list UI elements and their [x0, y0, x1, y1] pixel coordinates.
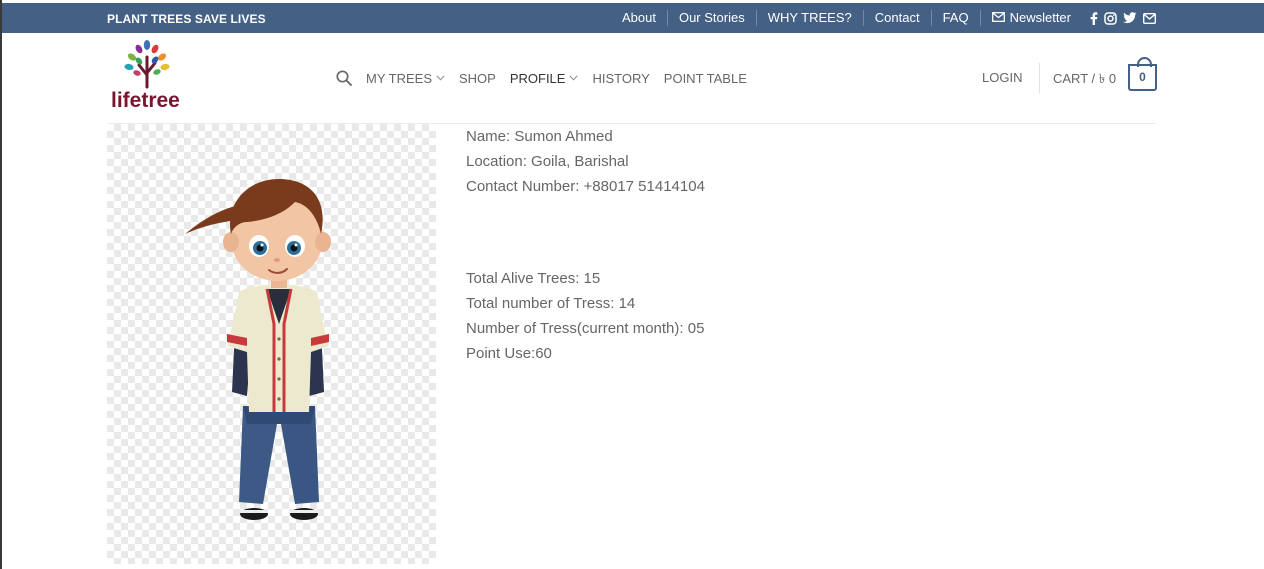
top-link-about[interactable]: About: [611, 10, 667, 26]
cart-link[interactable]: CART / ৳ 0: [1053, 70, 1116, 91]
facebook-icon[interactable]: [1090, 11, 1098, 25]
profile-location: Location: Goila, Barishal: [466, 153, 629, 170]
profile-name: Name: Sumon Ahmed: [466, 128, 613, 145]
site-header: lifetree MY TREES SHOP PROFILE HISTORY P…: [2, 33, 1264, 123]
lifetree-logo[interactable]: lifetree: [109, 37, 193, 112]
top-link-contact[interactable]: Contact: [862, 10, 931, 26]
profile-contact: Contact Number: +88017 51414104: [466, 178, 705, 195]
nav-history[interactable]: HISTORY: [592, 71, 649, 86]
stat-total-trees: Total number of Tress: 14: [466, 295, 636, 312]
stat-point-use: Point Use:60: [466, 345, 552, 362]
chevron-down-icon: [569, 75, 579, 81]
profile-info: Name: Sumon Ahmed Location: Goila, Baris…: [466, 124, 705, 199]
search-icon[interactable]: [336, 70, 352, 86]
login-link[interactable]: LOGIN: [982, 70, 1022, 85]
top-link-faq[interactable]: FAQ: [930, 10, 980, 26]
top-bar: PLANT TREES SAVE LIVES About Our Stories…: [2, 3, 1264, 33]
cart-count-badge[interactable]: 0: [1128, 57, 1157, 91]
instagram-icon[interactable]: [1104, 11, 1117, 25]
stat-current-month: Number of Tress(current month): 05: [466, 320, 705, 337]
newsletter-label: Newsletter: [1009, 10, 1071, 25]
stat-alive-trees: Total Alive Trees: 15: [466, 270, 601, 287]
header-divider: [1039, 63, 1040, 93]
top-link-why-trees[interactable]: WHY TREES?: [755, 10, 863, 26]
newsletter-link[interactable]: Newsletter: [979, 10, 1082, 26]
top-link-our-stories[interactable]: Our Stories: [666, 10, 756, 26]
main-nav: MY TREES SHOP PROFILE HISTORY POINT TABL…: [336, 70, 761, 86]
chevron-down-icon: [436, 75, 445, 81]
nav-profile-label: PROFILE: [509, 70, 566, 86]
top-nav: About Our Stories WHY TREES? Contact FAQ…: [611, 3, 1156, 33]
svg-text:lifetree: lifetree: [111, 89, 180, 111]
twitter-icon[interactable]: [1123, 12, 1137, 24]
mail-icon[interactable]: [1143, 12, 1156, 24]
nav-my-trees[interactable]: MY TREES: [366, 71, 445, 86]
nav-my-trees-label: MY TREES: [366, 70, 432, 86]
profile-image: [107, 124, 436, 564]
nav-point-table[interactable]: POINT TABLE: [664, 71, 747, 86]
tagline: PLANT TREES SAVE LIVES: [107, 12, 266, 26]
nav-profile[interactable]: PROFILE: [510, 71, 579, 86]
envelope-icon: [991, 10, 1005, 26]
tree-stats: Total Alive Trees: 15 Total number of Tr…: [466, 266, 704, 366]
nav-shop[interactable]: SHOP: [459, 71, 496, 86]
social-icons: [1090, 11, 1156, 25]
